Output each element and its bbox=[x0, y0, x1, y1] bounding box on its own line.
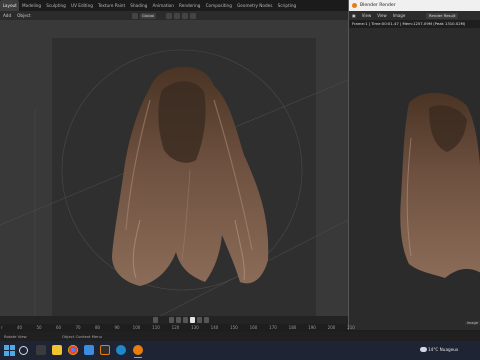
transform-orientation-icon[interactable] bbox=[132, 12, 138, 19]
render-hair-svg bbox=[400, 92, 480, 278]
timeline-tick: 60 bbox=[55, 325, 62, 330]
render-window: Blender Render ▣ View View Image Render … bbox=[348, 0, 480, 330]
frame-field-icon[interactable] bbox=[153, 317, 158, 323]
timeline-tick: 130 bbox=[191, 325, 199, 330]
image-menu[interactable]: Image bbox=[390, 13, 409, 18]
object-menu[interactable]: Object bbox=[14, 13, 34, 18]
render-canvas[interactable]: Image bbox=[349, 28, 480, 330]
next-keyframe-icon[interactable] bbox=[197, 317, 202, 323]
3d-viewport[interactable] bbox=[0, 20, 348, 316]
tab-texture-paint[interactable]: Texture Paint bbox=[95, 0, 127, 11]
render-window-titlebar[interactable]: Blender Render bbox=[349, 0, 480, 11]
tab-uv-editing[interactable]: UV Editing bbox=[68, 0, 95, 11]
snap-icon[interactable] bbox=[174, 12, 180, 19]
timeline-tick: 40 bbox=[16, 325, 23, 330]
play-icon[interactable] bbox=[190, 317, 195, 323]
tab-modeling[interactable]: Modeling bbox=[19, 0, 43, 11]
status-mid: Object Context Menu bbox=[62, 334, 103, 339]
render-window-title: Blender Render bbox=[360, 3, 396, 8]
tab-rendering[interactable]: Rendering bbox=[176, 0, 203, 11]
timeline-tick: 80 bbox=[94, 325, 101, 330]
jump-start-icon[interactable] bbox=[169, 317, 174, 323]
tab-geometry-nodes[interactable]: Geometry Nodes bbox=[234, 0, 275, 11]
blender-logo-icon bbox=[352, 3, 357, 8]
tab-compositing[interactable]: Compositing bbox=[203, 0, 234, 11]
render-stats: Frame:1 | Time:00:01.47 | Mem:1257.09M (… bbox=[349, 20, 480, 28]
workspace-tabs: Layout Modeling Sculpting UV Editing Texture… bbox=[0, 0, 348, 11]
tab-layout[interactable]: Layout bbox=[0, 0, 20, 11]
viewport-header: Add Object Global bbox=[0, 11, 348, 20]
hair-render-svg bbox=[0, 49, 348, 316]
timeline-tick: 70 bbox=[75, 325, 81, 330]
play-reverse-icon[interactable] bbox=[183, 317, 188, 323]
proportional-edit-icon[interactable] bbox=[182, 12, 188, 19]
tab-animation[interactable]: Animation bbox=[150, 0, 177, 11]
playback-controls bbox=[0, 316, 348, 324]
task-view-icon[interactable] bbox=[36, 345, 46, 355]
timeline-tick: 100 bbox=[132, 325, 141, 330]
hair-object[interactable] bbox=[112, 66, 269, 286]
app-icon[interactable] bbox=[100, 345, 110, 355]
file-explorer-icon[interactable] bbox=[52, 345, 62, 355]
timeline-tick: 50 bbox=[36, 325, 42, 330]
weather-text[interactable]: 14°C Nuageux bbox=[428, 347, 458, 352]
timeline-ruler[interactable]: r 40 50 60 70 80 90 100 110 120 130 140 150 160 170 18… bbox=[0, 324, 355, 332]
timeline-tick: 180 bbox=[288, 325, 297, 330]
timeline-tick: 170 bbox=[269, 325, 277, 330]
render-image-label: Image bbox=[464, 321, 480, 325]
timeline-tick: 190 bbox=[308, 325, 316, 330]
prev-keyframe-icon[interactable] bbox=[176, 317, 181, 323]
chrome-icon[interactable] bbox=[68, 345, 78, 355]
timeline-tick: 110 bbox=[152, 325, 160, 330]
timeline-tick: 150 bbox=[230, 325, 238, 330]
timeline-tick: 200 bbox=[327, 325, 336, 330]
tab-shading[interactable]: Shading bbox=[128, 0, 150, 11]
blender-taskbar-icon[interactable] bbox=[133, 345, 143, 358]
timeline-tick: 160 bbox=[249, 325, 258, 330]
timeline-tick: 210 bbox=[347, 325, 355, 330]
windows-start-icon[interactable] bbox=[4, 345, 15, 356]
view-menu[interactable]: View bbox=[359, 13, 375, 18]
timeline-tick: 140 bbox=[210, 325, 219, 330]
search-icon[interactable] bbox=[19, 346, 28, 355]
windows-taskbar: 14°C Nuageux bbox=[0, 341, 480, 360]
timeline-left-label: r bbox=[1, 325, 3, 330]
status-bar: Rotate View Object Context Menu bbox=[0, 332, 480, 341]
cloud-icon bbox=[420, 347, 427, 352]
render-window-menubar: ▣ View View Image Render Result bbox=[349, 11, 480, 20]
edge-icon[interactable] bbox=[116, 345, 126, 355]
timeline-tick: 90 bbox=[114, 325, 120, 330]
view-menu-2[interactable]: View bbox=[374, 13, 390, 18]
orientation-dropdown[interactable]: Global bbox=[140, 12, 157, 19]
tab-scripting[interactable]: Scripting bbox=[275, 0, 299, 11]
image-editor-icon[interactable]: ▣ bbox=[349, 13, 359, 18]
timeline-tick: 120 bbox=[171, 325, 180, 330]
tab-sculpting[interactable]: Sculpting bbox=[44, 0, 69, 11]
jump-end-icon[interactable] bbox=[204, 317, 209, 323]
falloff-icon[interactable] bbox=[190, 12, 196, 19]
pivot-icon[interactable] bbox=[166, 12, 172, 19]
render-slot-dropdown[interactable]: Render Result bbox=[426, 12, 459, 19]
add-menu[interactable]: Add bbox=[0, 13, 14, 18]
status-left: Rotate View bbox=[4, 334, 27, 339]
mail-icon[interactable] bbox=[84, 345, 94, 355]
